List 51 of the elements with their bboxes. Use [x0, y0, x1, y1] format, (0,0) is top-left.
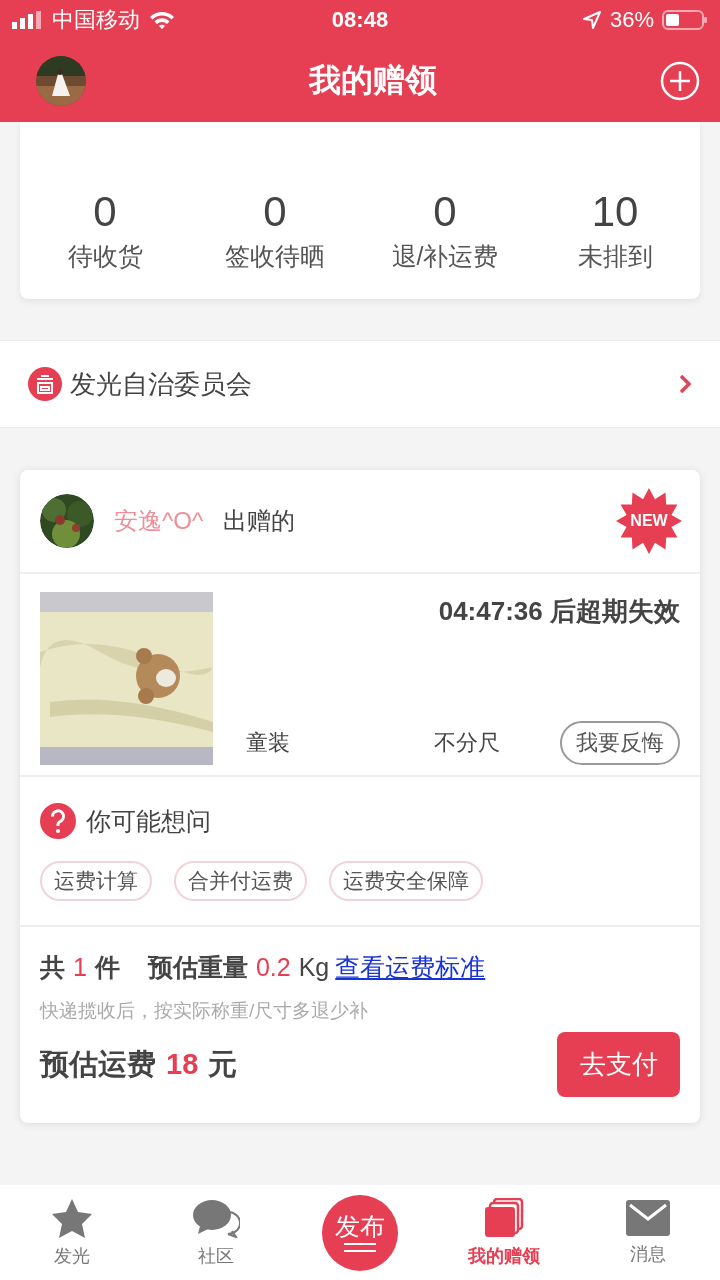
battery-icon — [662, 10, 708, 30]
star-icon — [51, 1197, 93, 1238]
question-tag[interactable]: 运费计算 — [40, 861, 152, 901]
fee-unit: 元 — [208, 1046, 238, 1082]
count-label[interactable]: 签收待晒 — [190, 240, 360, 273]
tab-item[interactable]: 社区 — [144, 1197, 288, 1268]
add-icon[interactable] — [660, 61, 700, 101]
count-label[interactable]: 待收货 — [20, 240, 190, 273]
clock-time: 08:48 — [331, 7, 389, 33]
fee-label: 预估运费 — [40, 1046, 156, 1082]
count-unit: 件 — [94, 952, 120, 983]
help-icon — [40, 803, 76, 839]
cancel-button[interactable]: 我要反悔 — [560, 721, 680, 765]
question-tag[interactable]: 合并付运费 — [174, 861, 307, 901]
location-icon — [581, 10, 602, 30]
count-value: 0 — [262, 187, 288, 237]
tab-item[interactable]: 发光 — [0, 1197, 144, 1268]
item-category: 童装 — [245, 729, 291, 757]
battery-percent: 36% — [609, 7, 654, 33]
item-count: 1 — [73, 953, 87, 982]
count-prefix: 共 — [40, 952, 65, 983]
tab-item[interactable]: 我的赠领 — [432, 1197, 576, 1268]
wifi-icon — [148, 10, 176, 30]
signal-icon — [12, 11, 44, 29]
shipping-standard-link[interactable]: 查看运费标准 — [335, 951, 486, 984]
count-value: 10 — [590, 187, 640, 237]
item-size: 不分尺 — [432, 729, 501, 757]
mail-icon — [626, 1199, 670, 1236]
question-tag[interactable]: 运费安全保障 — [329, 861, 483, 901]
gift-label: 出赠的 — [223, 506, 297, 536]
fee-value: 18 — [166, 1047, 199, 1081]
cards-icon — [484, 1197, 524, 1238]
chat-bubbles-icon — [192, 1197, 240, 1238]
shipping-note: 快递揽收后，按实际称重/尺寸多退少补 — [40, 999, 370, 1023]
count-value: 0 — [432, 187, 458, 237]
pay-button[interactable]: 去支付 — [557, 1032, 680, 1097]
tab-item[interactable]: 消息 — [576, 1199, 720, 1266]
new-badge: NEW — [616, 488, 682, 554]
weight-label: 预估重量 — [147, 952, 248, 983]
page-title: 我的赠领 — [307, 61, 438, 100]
weight-unit: Kg — [298, 953, 330, 982]
count-label[interactable]: 退/补运费 — [360, 240, 530, 273]
carrier-name: 中国移动 — [52, 6, 140, 34]
committee-icon — [28, 367, 62, 401]
section-title: 你可能想问 — [86, 805, 211, 837]
publish-button[interactable]: 发布 — [322, 1194, 398, 1271]
countdown-text: 04:47:36 后超期失效 — [437, 595, 680, 628]
count-label[interactable]: 未排到 — [530, 240, 700, 273]
chevron-right-icon — [678, 373, 692, 395]
weight-value: 0.2 — [255, 953, 291, 982]
count-value: 0 — [92, 187, 118, 237]
